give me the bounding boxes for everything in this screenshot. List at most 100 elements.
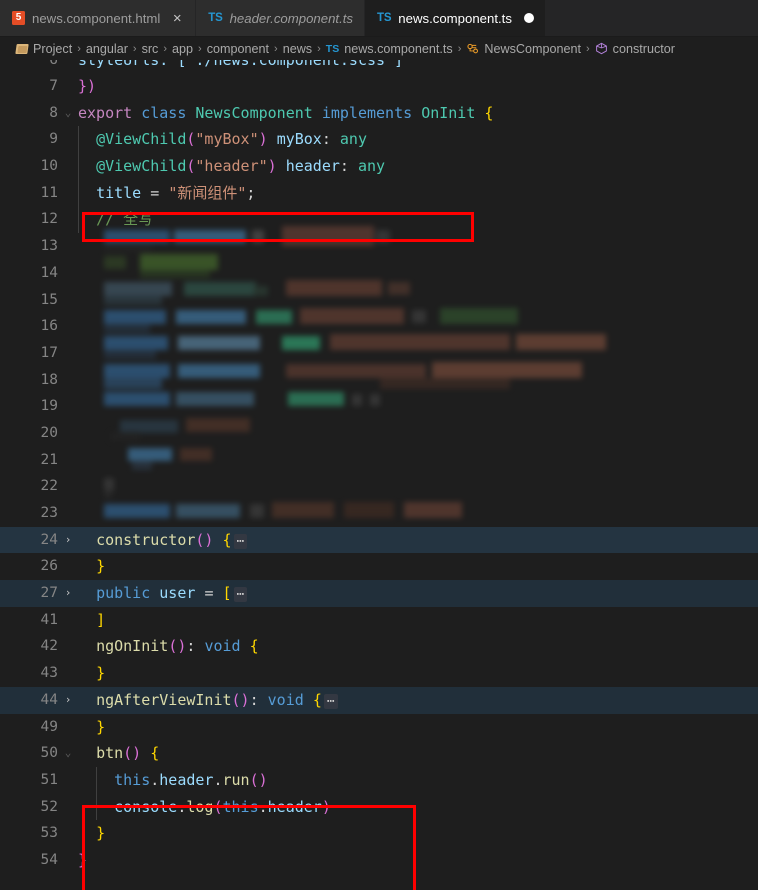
code-line-8[interactable]: 8 ⌄ export class NewsComponent implement… <box>0 100 758 127</box>
fold-chevron-placeholder <box>58 553 78 580</box>
folded-code-placeholder[interactable]: ⋯ <box>323 693 338 709</box>
token-viewchild-decorator: @ViewChild <box>96 130 187 149</box>
fold-chevron-icon[interactable]: › <box>58 687 78 714</box>
code-text: export class NewsComponent implements On… <box>78 100 758 127</box>
line-number: 54 <box>40 851 58 868</box>
code-text: @ViewChild("header") header: any <box>78 153 758 180</box>
tab-label: news.component.html <box>32 10 161 26</box>
code-line-52[interactable]: 52 console.log(this.header) <box>0 793 758 821</box>
fold-chevron-icon[interactable]: › <box>58 580 78 607</box>
fold-chevron-placeholder <box>58 767 78 794</box>
line-number: 44 <box>40 691 58 708</box>
code-line-49[interactable]: 49 } <box>0 714 758 741</box>
token-export: export <box>78 103 133 122</box>
token-open-brace: { <box>312 690 322 709</box>
fold-chevron-placeholder <box>58 847 78 874</box>
code-text: console.log(this.header) <box>78 793 758 821</box>
method-icon <box>595 42 608 55</box>
close-icon[interactable]: × <box>170 11 184 26</box>
token-oninit: OnInit <box>421 103 476 122</box>
tab-label: news.component.ts <box>398 10 512 26</box>
code-line-54[interactable]: 54 } <box>0 847 758 874</box>
code-line-50[interactable]: 50 ⌄ btn() { <box>0 740 758 767</box>
editor-tab-bar: 5 news.component.html × TS header.compon… <box>0 0 758 37</box>
line-number: 8 <box>49 104 58 121</box>
token-mybox-property: myBox <box>276 130 322 149</box>
code-line-6-clipped: 6 styleUrls: ['./news.component.scss'] <box>0 60 758 74</box>
code-line-24[interactable]: 24 › constructor() {⋯ <box>0 526 758 554</box>
breadcrumb-separator: › <box>586 42 590 55</box>
token-header-property: header <box>285 157 340 176</box>
fold-chevron-icon[interactable]: › <box>58 527 78 554</box>
code-line-43[interactable]: 43 } <box>0 660 758 687</box>
token-viewchild-decorator: @ViewChild <box>96 157 187 176</box>
code-text: ngAfterViewInit(): void {⋯ <box>78 687 758 714</box>
token-btn-method: btn <box>96 744 124 763</box>
token-public: public <box>96 584 151 603</box>
code-text: ngOnInit(): void { <box>78 633 758 660</box>
line-number: 42 <box>40 638 58 655</box>
code-text: }) <box>78 73 758 100</box>
breadcrumb-label: constructor <box>612 41 675 56</box>
folded-code-placeholder[interactable]: ⋯ <box>233 587 248 603</box>
fold-chevron-placeholder <box>58 820 78 847</box>
code-text: @ViewChild("myBox") myBox: any <box>78 126 758 154</box>
token-title-property: title <box>96 183 142 202</box>
token-header-ref: header <box>267 797 322 816</box>
token-void: void <box>267 690 304 709</box>
token-parens: () <box>195 530 214 549</box>
code-line-27[interactable]: 27 › public user = [⋯ <box>0 580 758 607</box>
line-number: 41 <box>40 611 58 628</box>
code-line-51[interactable]: 51 this.header.run() <box>0 766 758 794</box>
code-line-7[interactable]: 7 }) <box>0 73 758 100</box>
unsaved-indicator-icon[interactable] <box>523 13 534 23</box>
fold-chevron-icon[interactable]: ⌄ <box>58 740 78 767</box>
breadcrumb-item-news-component-ts[interactable]: TS news.component.ts <box>326 42 453 56</box>
folded-code-placeholder[interactable]: ⋯ <box>233 533 248 549</box>
line-number: 10 <box>40 158 58 175</box>
tab-news-component-html[interactable]: 5 news.component.html × <box>0 0 197 36</box>
code-line-42[interactable]: 42 ngOnInit(): void { <box>0 633 758 660</box>
fold-chevron-placeholder <box>58 660 78 687</box>
code-line-44[interactable]: 44 › ngAfterViewInit(): void {⋯ <box>0 686 758 714</box>
breadcrumb-item-news[interactable]: news <box>283 42 312 56</box>
code-line-10[interactable]: 10 @ViewChild("header") header: any <box>0 153 758 180</box>
code-line-53[interactable]: 53 } <box>0 820 758 847</box>
breadcrumb-item-angular[interactable]: angular <box>86 42 128 56</box>
breadcrumb-label: src <box>141 41 159 56</box>
breadcrumb-item-component[interactable]: component <box>207 42 269 56</box>
token-close-brace-paren: }) <box>78 77 97 95</box>
token-semicolon: ; <box>246 183 256 202</box>
breadcrumb-item-newscomponent[interactable]: NewsComponent <box>466 42 581 56</box>
breadcrumb-item-app[interactable]: app <box>172 42 193 56</box>
token-class-name: NewsComponent <box>195 103 313 122</box>
token-paren-open: ( <box>213 797 223 816</box>
fold-chevron-icon[interactable]: ⌄ <box>58 100 78 127</box>
token-close-brace: } <box>96 824 106 843</box>
tab-news-component-ts[interactable]: TS news.component.ts <box>365 0 546 36</box>
line-number: 11 <box>40 184 58 201</box>
breadcrumb-item-project[interactable]: Project <box>16 42 72 56</box>
breadcrumb-separator: › <box>457 42 462 55</box>
token-open-brace: { <box>249 637 259 656</box>
breadcrumb-separator: › <box>132 42 137 55</box>
line-number: 50 <box>40 745 58 762</box>
code-text: this.header.run() <box>78 766 758 794</box>
code-text: title = "新闻组件"; <box>78 179 758 207</box>
code-line-9[interactable]: 9 @ViewChild("myBox") myBox: any <box>0 126 758 154</box>
code-text: } <box>78 820 758 847</box>
tab-header-component-ts[interactable]: TS header.component.ts <box>196 0 365 36</box>
code-text: } <box>78 847 758 874</box>
code-text: btn() { <box>78 740 758 767</box>
code-editor[interactable]: 6 styleUrls: ['./news.component.scss'] 7… <box>0 60 758 890</box>
token-close-brace: } <box>78 850 88 869</box>
code-line-26[interactable]: 26 } <box>0 553 758 580</box>
breadcrumb-item-constructor[interactable]: constructor <box>595 42 675 56</box>
token-open-bracket: [ <box>222 584 232 603</box>
token-colon: : <box>249 690 259 709</box>
token-parens: () <box>231 690 250 709</box>
code-line-11[interactable]: 11 title = "新闻组件"; <box>0 179 758 207</box>
code-line-41[interactable]: 41 ] <box>0 607 758 634</box>
breadcrumb-item-src[interactable]: src <box>142 42 159 56</box>
fold-chevron-placeholder <box>58 794 78 821</box>
